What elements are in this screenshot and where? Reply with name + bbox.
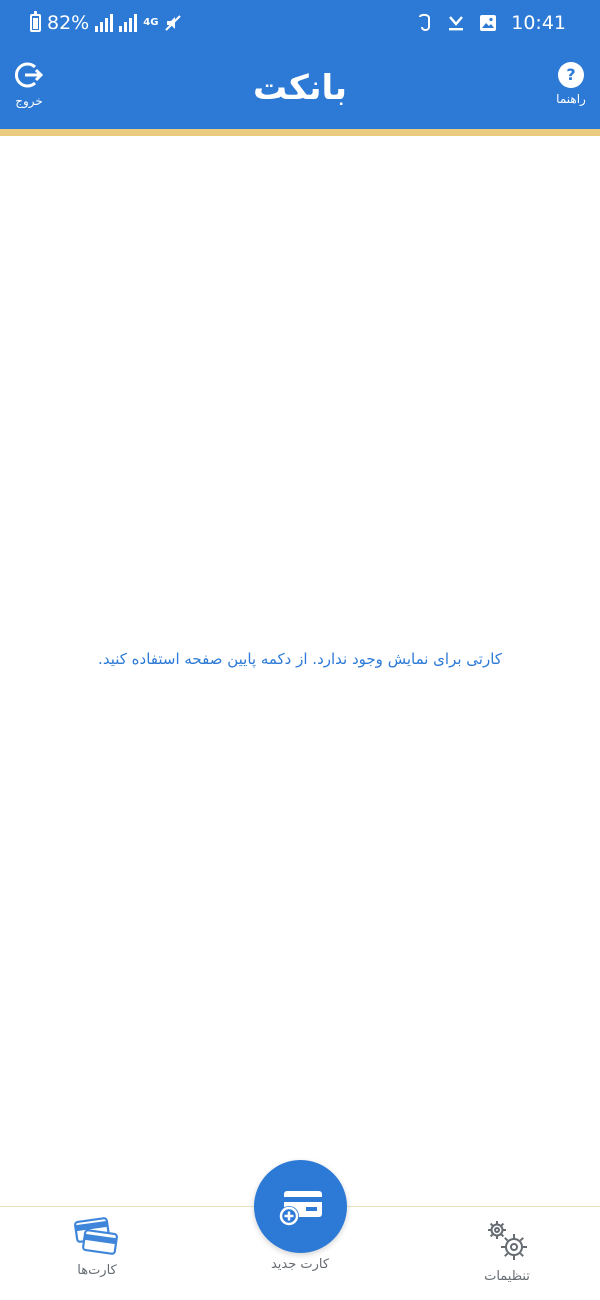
- status-left: 82% 4G: [30, 11, 182, 35]
- battery-icon: [30, 11, 41, 32]
- mute-icon: [165, 15, 182, 31]
- add-card-button[interactable]: [254, 1160, 347, 1253]
- top-bar: 82% 4G 10:41 خروج بانکت ? راهنما: [0, 0, 600, 130]
- download-icon: [449, 16, 464, 31]
- add-card-icon: [278, 1190, 322, 1226]
- status-bar: 82% 4G 10:41: [0, 0, 600, 46]
- app-screen: 82% 4G 10:41 خروج بانکت ? راهنما کارتی ب…: [0, 0, 600, 1300]
- signal-icon: [119, 14, 138, 32]
- nav-cards[interactable]: کارت‌ها: [42, 1217, 152, 1297]
- settings-icon: [488, 1221, 527, 1260]
- header-accent-line: [0, 129, 600, 136]
- clock: 10:41: [511, 12, 566, 34]
- cards-icon: [74, 1217, 118, 1255]
- status-right: 10:41: [417, 11, 566, 35]
- card-list-area: کارتی برای نمایش وجود ندارد. از دکمه پای…: [0, 136, 600, 1206]
- add-card-label: کارت جدید: [270, 1257, 330, 1272]
- empty-state-message: کارتی برای نمایش وجود ندارد. از دکمه پای…: [98, 650, 502, 668]
- network-type: 4G: [143, 17, 159, 28]
- signal-icon: [95, 14, 114, 32]
- battery-level: 82%: [47, 12, 90, 34]
- gallery-icon: [480, 15, 497, 31]
- nav-settings-label: تنظیمات: [484, 1269, 530, 1284]
- notification-icon: [419, 13, 431, 31]
- app-header: خروج بانکت ? راهنما: [0, 46, 600, 129]
- help-icon: ?: [558, 62, 584, 88]
- nav-settings[interactable]: تنظیمات: [452, 1217, 562, 1297]
- help-button[interactable]: ? راهنما: [536, 60, 600, 116]
- help-label: راهنما: [556, 92, 586, 106]
- app-logo: بانکت: [252, 68, 348, 108]
- nav-cards-label: کارت‌ها: [77, 1263, 117, 1278]
